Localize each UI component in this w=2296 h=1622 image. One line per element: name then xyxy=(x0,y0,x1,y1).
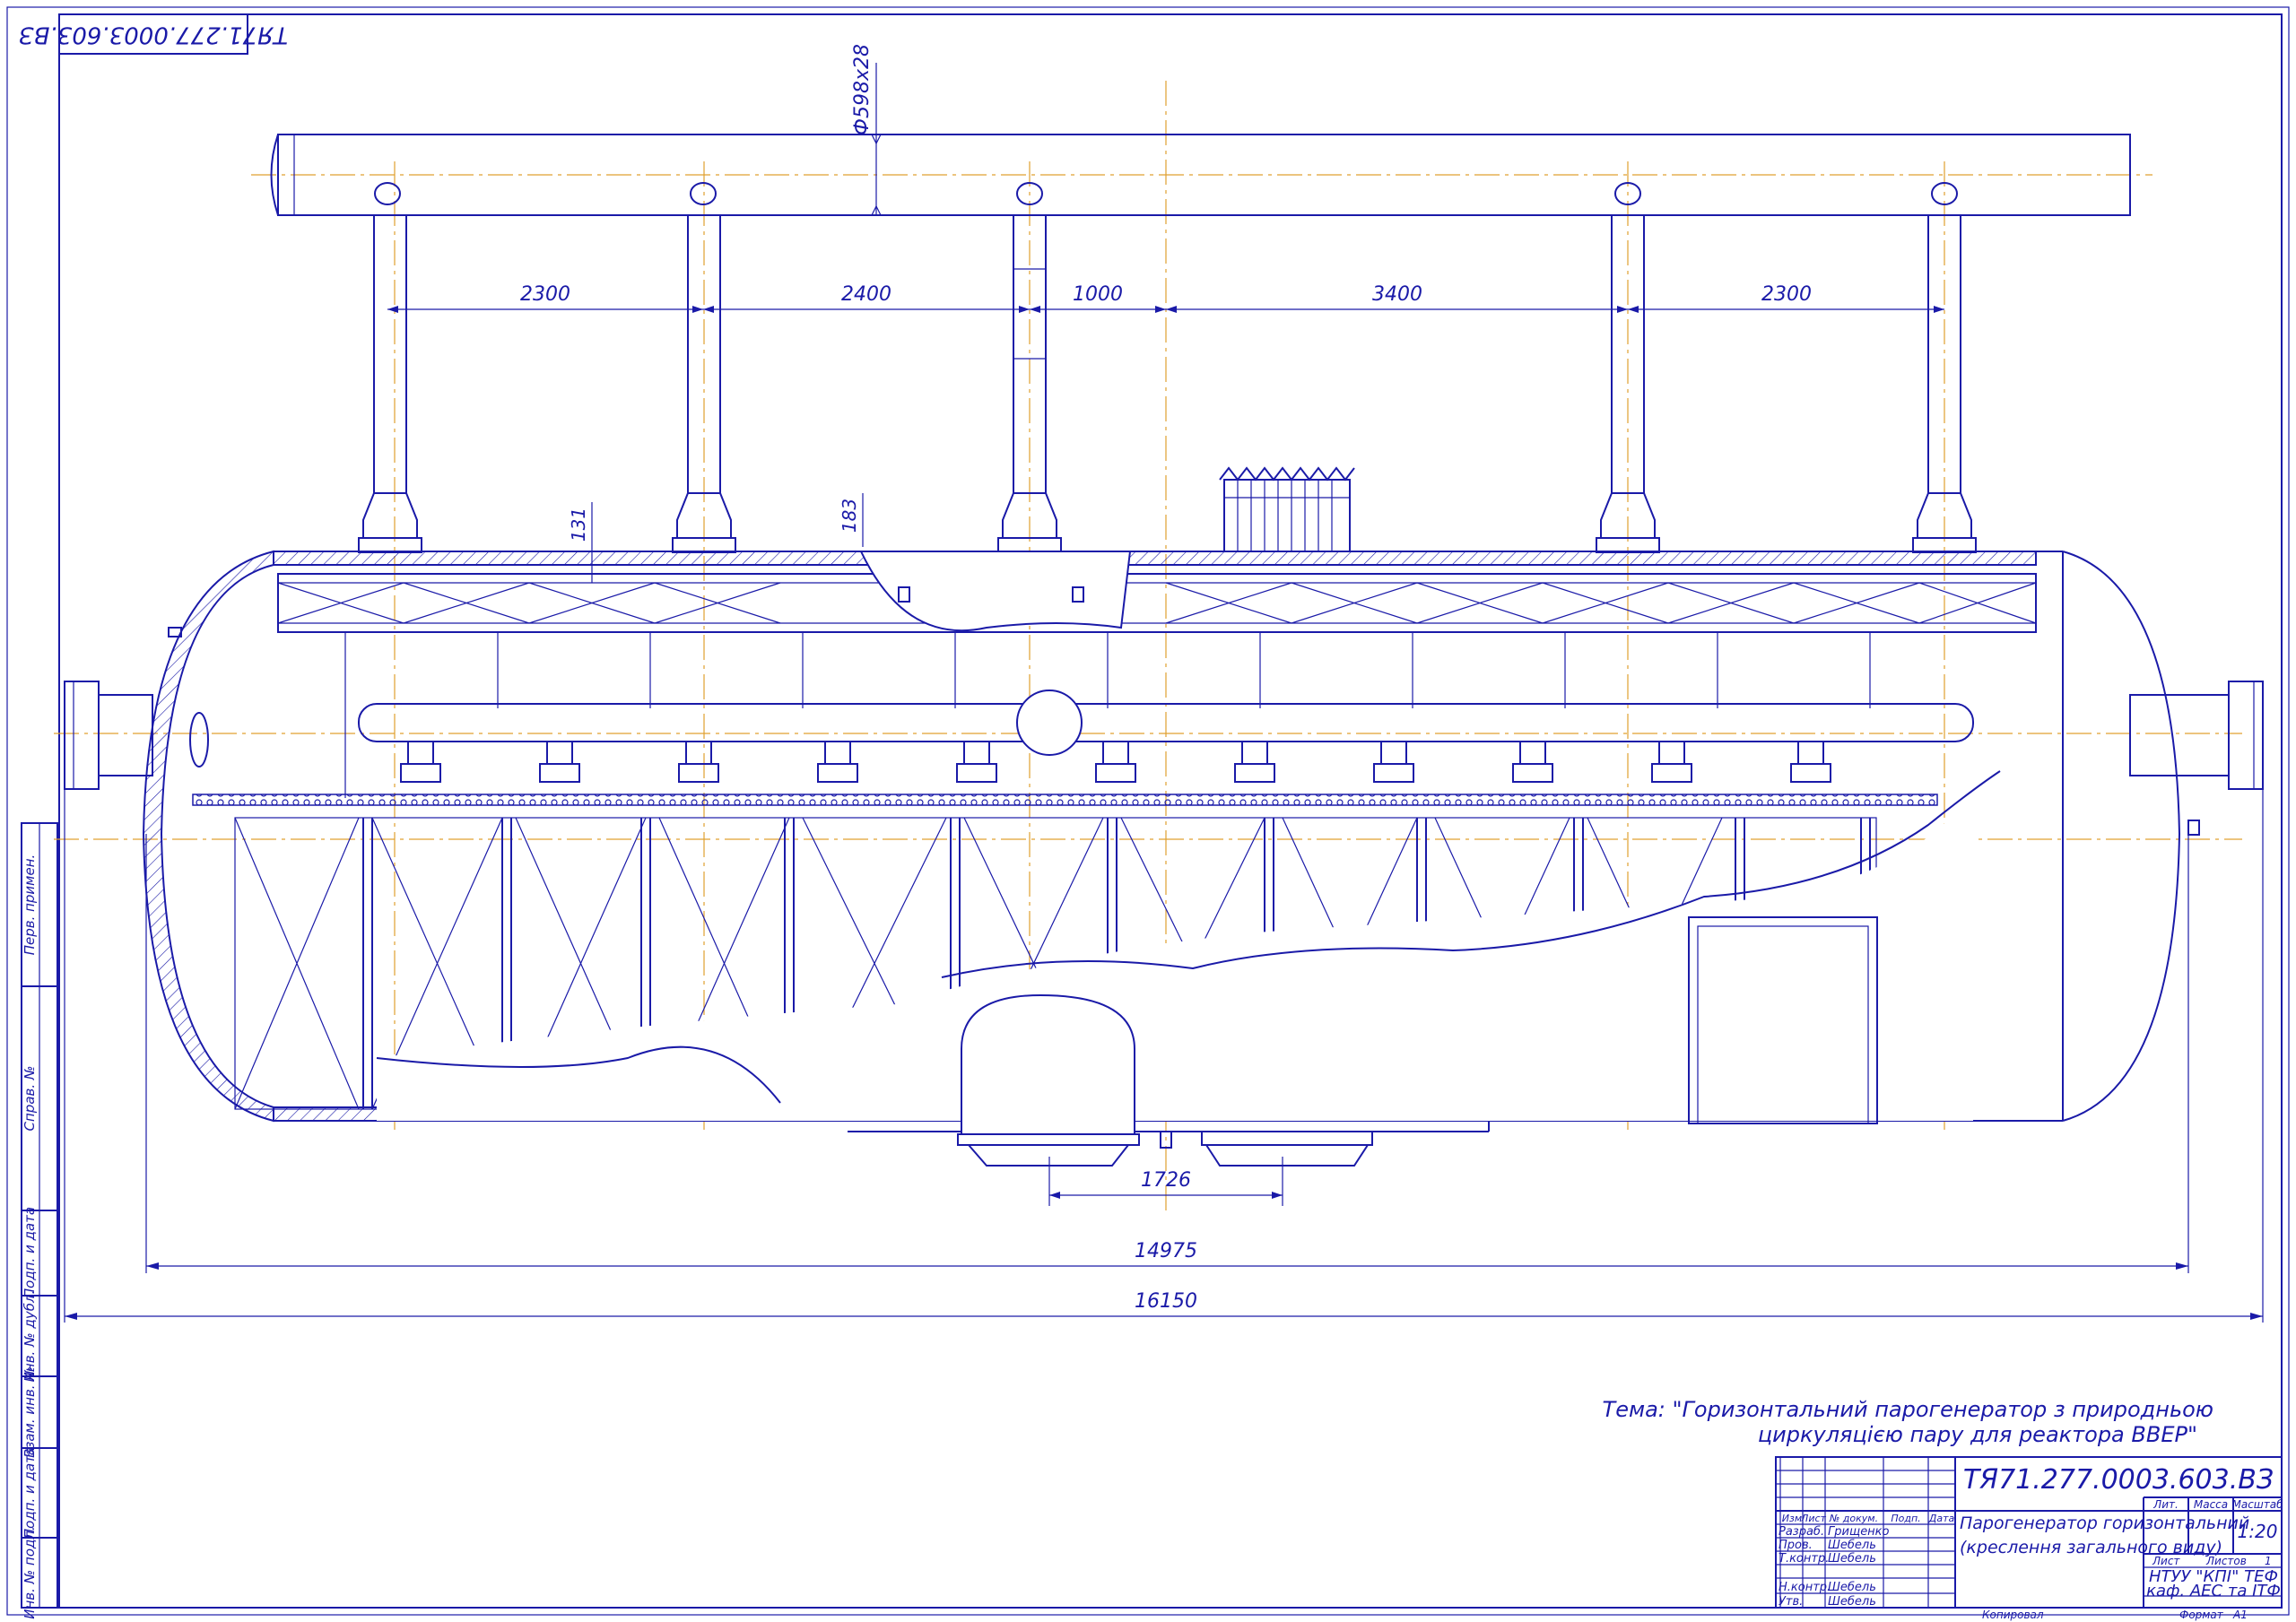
tb-role: Пров. xyxy=(1779,1539,1813,1552)
top-manhole xyxy=(1219,466,1355,552)
tb-head: Подп. xyxy=(1891,1513,1920,1524)
dim-nozzle-gap: 1726 xyxy=(1141,1169,1191,1192)
tb-scale: 1:20 xyxy=(2238,1521,2278,1542)
dim-wall-a: 131 xyxy=(568,507,589,542)
title-block: ТЯ71.277.0003.603.ВЗ Изм Лист № докум. П… xyxy=(1775,1456,2283,1621)
theme-line-1: Тема: "Горизонтальний парогенератор з пр… xyxy=(1603,1397,2213,1422)
tb-scale-label: Масштаб xyxy=(2231,1498,2283,1511)
stamp-label: Перв. примен. xyxy=(22,854,38,956)
stamp-label: Подп. и дата xyxy=(22,1447,38,1539)
tb-head: Лист xyxy=(1800,1513,1826,1524)
tb-designation: ТЯ71.277.0003.603.ВЗ xyxy=(1963,1464,2274,1496)
tb-role: Разраб. xyxy=(1779,1525,1824,1539)
tb-format-val: А1 xyxy=(2232,1609,2248,1621)
tb-person: Шебель xyxy=(1828,1581,1876,1594)
tb-sheets-n: 1 xyxy=(2265,1555,2272,1567)
dim-spacing: 3400 xyxy=(1372,283,1422,306)
dim-spacing: 1000 xyxy=(1073,283,1123,306)
dim-wall-b: 183 xyxy=(839,499,860,533)
tb-mass: Масса xyxy=(2194,1498,2228,1511)
header-port xyxy=(374,182,401,205)
tb-sheets: Листов xyxy=(2205,1555,2247,1567)
corner-code: ТЯ71.277.0003.603.ВЗ xyxy=(19,22,288,48)
tb-role: Т.контр. xyxy=(1779,1552,1829,1566)
perforated-sheet xyxy=(192,794,1938,806)
tb-sheet: Лист xyxy=(2152,1555,2180,1567)
tb-person: Шебель xyxy=(1828,1595,1876,1609)
tb-person: Шебель xyxy=(1828,1539,1876,1552)
corner-code-box: ТЯ71.277.0003.603.ВЗ xyxy=(19,13,288,55)
dim-spacing: 2400 xyxy=(841,283,891,306)
header-port xyxy=(690,182,717,205)
tb-copied: Копировал xyxy=(1982,1609,2044,1621)
tb-org-2: каф. АЕС та ІТФ xyxy=(2146,1582,2281,1600)
stamp-label: Подп. и дата xyxy=(22,1207,38,1298)
tb-name-2: (креслення загального виду) xyxy=(1960,1538,2222,1557)
tb-lit: Лит. xyxy=(2152,1498,2179,1511)
tb-role: Утв. xyxy=(1779,1595,1803,1609)
dim-total-length: 16150 xyxy=(1135,1290,1197,1313)
tb-person: Грищенко xyxy=(1828,1525,1890,1539)
feedwater-inlet xyxy=(1016,690,1083,756)
tb-role: Н.контр. xyxy=(1779,1581,1831,1594)
dim-body-length: 14975 xyxy=(1135,1240,1197,1262)
left-nozzle xyxy=(64,681,209,790)
hangers xyxy=(344,632,1871,798)
drawing-frame xyxy=(58,13,2283,1609)
right-head xyxy=(2062,551,2181,1122)
theme-line-2: циркуляцією пару для реактора ВВЕР" xyxy=(1758,1422,2197,1447)
dim-pipe-diameter: Ф598х28 xyxy=(851,44,874,135)
tb-name-1: Парогенератор горизонтальний xyxy=(1960,1514,2249,1533)
riser-pipe xyxy=(358,214,422,553)
stamp-label: Справ. № xyxy=(22,1066,38,1132)
right-nozzle xyxy=(2129,681,2264,790)
left-head xyxy=(142,550,274,1123)
tb-head: Изм xyxy=(1782,1513,1802,1524)
riser-pipes xyxy=(358,214,1977,553)
stamp-label: Инв. № подл. xyxy=(22,1526,38,1618)
side-stamp: Перв. примен. Справ. № Подп. и дата Инв.… xyxy=(21,822,58,1619)
distribution-nozzles xyxy=(400,741,1831,783)
tb-person: Шебель xyxy=(1828,1552,1876,1566)
stamp-label: Взам. инв. № xyxy=(22,1366,38,1458)
tb-head: Дата xyxy=(1928,1513,1955,1524)
dim-spacing: 2300 xyxy=(520,283,570,306)
cutaway-top xyxy=(859,551,1132,632)
steam-generator-drawing: ТЯ71.277.0003.603.ВЗ Перв. примен. Справ… xyxy=(6,6,2290,1621)
dim-spacing: 2300 xyxy=(1761,283,1812,306)
tb-head: № докум. xyxy=(1829,1513,1878,1524)
top-shell-wall xyxy=(273,551,2037,566)
tb-format: Формат xyxy=(2179,1609,2224,1621)
